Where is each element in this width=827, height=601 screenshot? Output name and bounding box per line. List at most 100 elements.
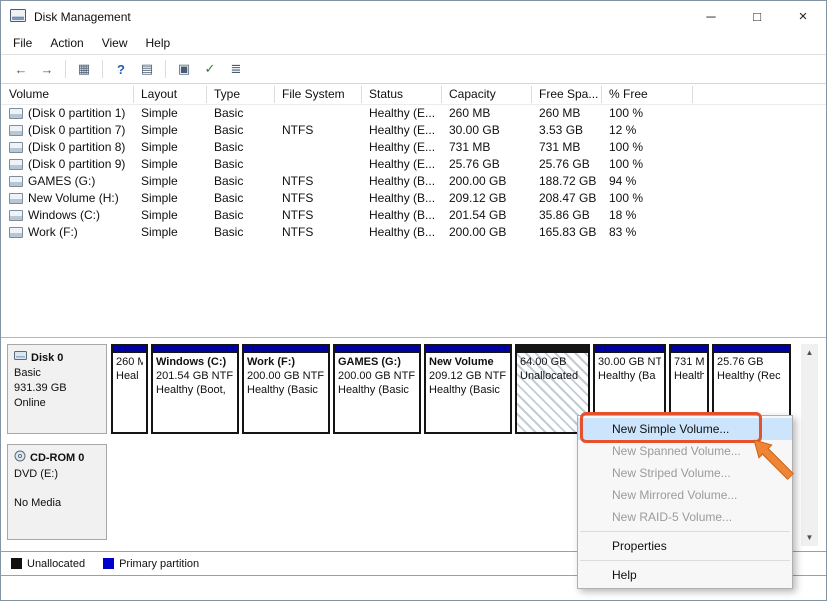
window-title: Disk Management (34, 10, 131, 24)
list-view-icon[interactable]: ≣ (224, 58, 248, 80)
menubar: File Action View Help (1, 32, 826, 55)
partition-body: 64.00 GBUnallocated (517, 353, 588, 385)
partition-block[interactable]: 260 MHeal (111, 344, 148, 434)
back-icon[interactable]: ← (9, 58, 33, 80)
close-button[interactable]: × (780, 1, 826, 32)
properties-panel-icon[interactable]: ▤ (135, 58, 159, 80)
layout-cell: Simple (134, 190, 207, 207)
maximize-button[interactable]: □ (734, 1, 780, 32)
table-row[interactable]: GAMES (G:) Simple Basic NTFS Healthy (B.… (1, 173, 826, 190)
partition-color-bar (671, 346, 707, 353)
partition-text-line: Health (674, 369, 704, 383)
layout-cell: Simple (134, 224, 207, 241)
table-row[interactable]: (Disk 0 partition 7) Simple Basic NTFS H… (1, 122, 826, 139)
partition-color-bar (426, 346, 510, 353)
layout-cell: Simple (134, 139, 207, 156)
scroll-up-icon[interactable]: ▲ (801, 344, 818, 361)
partition-text-line: 200.00 GB NTF (247, 369, 325, 383)
primary-partition-swatch-icon (103, 558, 114, 569)
pct-free-cell: 100 % (602, 156, 693, 173)
free-space-cell: 188.72 GB (532, 173, 602, 190)
menu-item-help[interactable]: Help (578, 564, 792, 586)
console-tree-icon[interactable]: ▦ (72, 58, 96, 80)
partition-block[interactable]: Windows (C:)201.54 GB NTFHealthy (Boot, (151, 344, 239, 434)
forward-icon[interactable]: → (35, 58, 59, 80)
partition-block[interactable]: Work (F:)200.00 GB NTFHealthy (Basic (242, 344, 330, 434)
pct-free-cell: 100 % (602, 139, 693, 156)
column-header-status[interactable]: Status (362, 86, 442, 103)
type-cell: Basic (207, 173, 275, 190)
type-cell: Basic (207, 207, 275, 224)
menu-item-new-simple-volume[interactable]: New Simple Volume... (578, 418, 792, 440)
filler-cell (693, 207, 826, 224)
table-row[interactable]: Windows (C:) Simple Basic NTFS Healthy (… (1, 207, 826, 224)
menu-action[interactable]: Action (41, 33, 92, 53)
free-space-cell: 731 MB (532, 139, 602, 156)
capacity-cell: 731 MB (442, 139, 532, 156)
capacity-cell: 200.00 GB (442, 173, 532, 190)
free-space-cell: 208.47 GB (532, 190, 602, 207)
partition-text-line: Healthy (Basic (429, 383, 507, 397)
volume-list: (Disk 0 partition 1) Simple Basic Health… (1, 105, 826, 241)
menu-view[interactable]: View (93, 33, 137, 53)
partition-text-line: Healthy (Rec (717, 369, 786, 383)
action-pane-icon[interactable]: ▣ (172, 58, 196, 80)
pct-free-cell: 18 % (602, 207, 693, 224)
menu-help[interactable]: Help (137, 33, 180, 53)
column-header-capacity[interactable]: Capacity (442, 86, 532, 103)
titlebar: Disk Management ─ □ × (1, 1, 826, 32)
table-row[interactable]: New Volume (H:) Simple Basic NTFS Health… (1, 190, 826, 207)
type-cell: Basic (207, 105, 275, 122)
help-icon[interactable]: ? (109, 58, 133, 80)
type-cell: Basic (207, 224, 275, 241)
volume-table: Volume Layout Type File System Status Ca… (1, 84, 826, 337)
window-controls: ─ □ × (688, 1, 826, 32)
partition-body: Work (F:)200.00 GB NTFHealthy (Basic (244, 353, 328, 399)
toolbar: ← → ▦ ? ▤ ▣ ✓ ≣ (1, 55, 826, 84)
type-cell: Basic (207, 190, 275, 207)
scroll-down-icon[interactable]: ▼ (801, 529, 818, 546)
column-header-type[interactable]: Type (207, 86, 275, 103)
file-system-cell (275, 105, 362, 122)
vertical-scrollbar[interactable]: ▲ ▼ (801, 344, 818, 546)
table-row[interactable]: (Disk 0 partition 1) Simple Basic Health… (1, 105, 826, 122)
table-row[interactable]: (Disk 0 partition 8) Simple Basic Health… (1, 139, 826, 156)
layout-cell: Simple (134, 173, 207, 190)
layout-cell: Simple (134, 156, 207, 173)
status-cell: Healthy (B... (362, 207, 442, 224)
layout-cell: Simple (134, 105, 207, 122)
volume-cell: (Disk 0 partition 7) (1, 122, 134, 139)
cdrom-label[interactable]: CD-ROM 0 DVD (E:) No Media (7, 444, 107, 540)
menu-file[interactable]: File (4, 33, 41, 53)
file-system-cell: NTFS (275, 207, 362, 224)
status-cell: Healthy (E... (362, 122, 442, 139)
partition-body: 25.76 GBHealthy (Rec (714, 353, 789, 385)
unallocated-swatch-icon (11, 558, 22, 569)
context-menu: New Simple Volume... New Spanned Volume.… (577, 415, 793, 589)
column-header-pct-free[interactable]: % Free (602, 86, 693, 103)
column-header-file-system[interactable]: File System (275, 86, 362, 103)
table-row[interactable]: (Disk 0 partition 9) Simple Basic Health… (1, 156, 826, 173)
check-list-icon[interactable]: ✓ (198, 58, 222, 80)
minimize-button[interactable]: ─ (688, 1, 734, 32)
toolbar-separator (165, 60, 166, 78)
volume-cell: (Disk 0 partition 9) (1, 156, 134, 173)
cd-icon (14, 450, 26, 467)
filler-cell (693, 190, 826, 207)
status-cell: Healthy (E... (362, 156, 442, 173)
partition-text-line: GAMES (G:) (338, 355, 416, 369)
table-row[interactable]: Work (F:) Simple Basic NTFS Healthy (B..… (1, 224, 826, 241)
partition-color-bar (335, 346, 419, 353)
partition-block[interactable]: GAMES (G:)200.00 GB NTFHealthy (Basic (333, 344, 421, 434)
column-header-free-space[interactable]: Free Spa... (532, 86, 602, 103)
disk0-label[interactable]: Disk 0 Basic 931.39 GB Online (7, 344, 107, 434)
status-cell: Healthy (E... (362, 105, 442, 122)
column-header-layout[interactable]: Layout (134, 86, 207, 103)
type-cell: Basic (207, 139, 275, 156)
file-system-cell: NTFS (275, 122, 362, 139)
column-header-volume[interactable]: Volume (1, 86, 134, 103)
menu-item-properties[interactable]: Properties (578, 535, 792, 557)
partition-block[interactable]: New Volume209.12 GB NTFHealthy (Basic (424, 344, 512, 434)
pct-free-cell: 83 % (602, 224, 693, 241)
partition-text-line: Healthy (Ba (598, 369, 661, 383)
